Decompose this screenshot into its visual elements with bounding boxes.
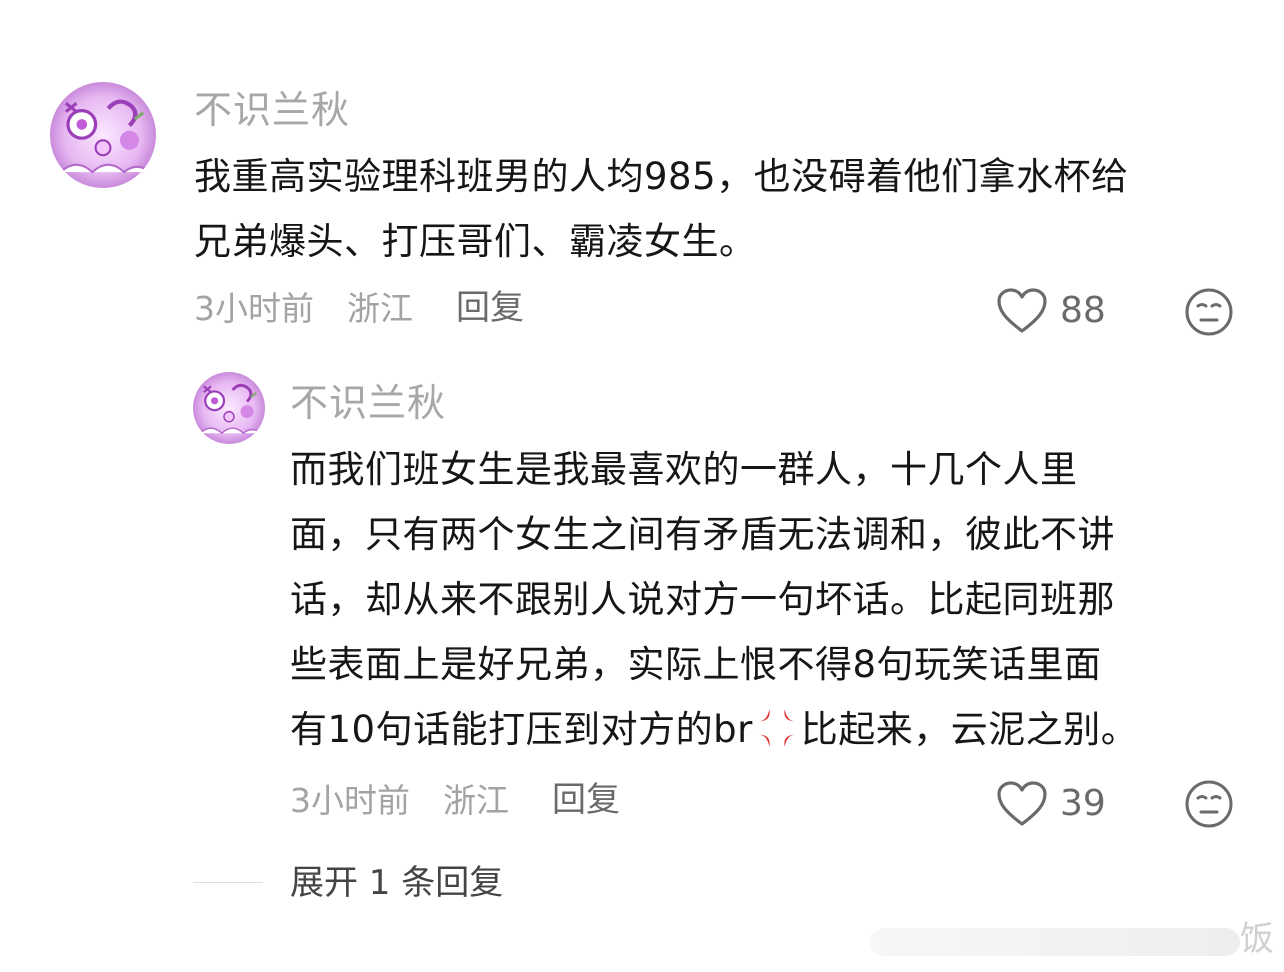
reply-like-button[interactable]: 39 bbox=[996, 780, 1106, 828]
neutral-face-icon bbox=[1185, 780, 1233, 828]
comment-location: 浙江 bbox=[347, 289, 413, 328]
expand-replies-button[interactable]: 展开 1 条回复 bbox=[290, 866, 503, 900]
reply-text: 而我们班女生是我最喜欢的一群人，十几个人里 面，只有两个女生之间有矛盾无法调和，… bbox=[290, 437, 1250, 762]
heart-icon bbox=[997, 781, 1047, 826]
comment-like-count: 88 bbox=[1060, 290, 1106, 331]
expand-divider bbox=[193, 882, 263, 883]
watermark-glyph: 饭 bbox=[1240, 919, 1274, 959]
watermark-bar bbox=[870, 928, 1240, 956]
avatar-image bbox=[193, 372, 265, 444]
reply-avatar[interactable] bbox=[193, 372, 265, 444]
reply-dislike-button[interactable] bbox=[1184, 779, 1234, 833]
reply-text-main: 而我们班女生是我最喜欢的一群人，十几个人里 面，只有两个女生之间有矛盾无法调和，… bbox=[290, 448, 1115, 751]
comment-username[interactable]: 不识兰秋 bbox=[194, 91, 350, 129]
comment-dislike-button[interactable] bbox=[1184, 287, 1234, 341]
reply-text-tail: 比起来，云泥之别。 bbox=[800, 708, 1139, 751]
comment-time: 3小时前 bbox=[194, 289, 314, 328]
reply-location: 浙江 bbox=[443, 781, 509, 820]
avatar-image bbox=[50, 82, 156, 188]
neutral-face-icon bbox=[1185, 288, 1233, 336]
reply-time: 3小时前 bbox=[290, 781, 410, 820]
reply-like-count: 39 bbox=[1060, 783, 1106, 824]
heart-icon bbox=[997, 288, 1047, 333]
comment-like-button[interactable]: 88 bbox=[996, 287, 1106, 335]
reply-username[interactable]: 不识兰秋 bbox=[290, 384, 446, 422]
comment-text: 我重高实验理科班男的人均985，也没碍着他们拿水杯给 兄弟爆头、打压哥们、霸凌女… bbox=[194, 155, 1129, 263]
comment-reply-button[interactable]: 回复 bbox=[456, 291, 524, 325]
comment-avatar[interactable] bbox=[50, 82, 156, 188]
reply-reply-button[interactable]: 回复 bbox=[552, 783, 620, 817]
anger-icon bbox=[758, 709, 796, 747]
